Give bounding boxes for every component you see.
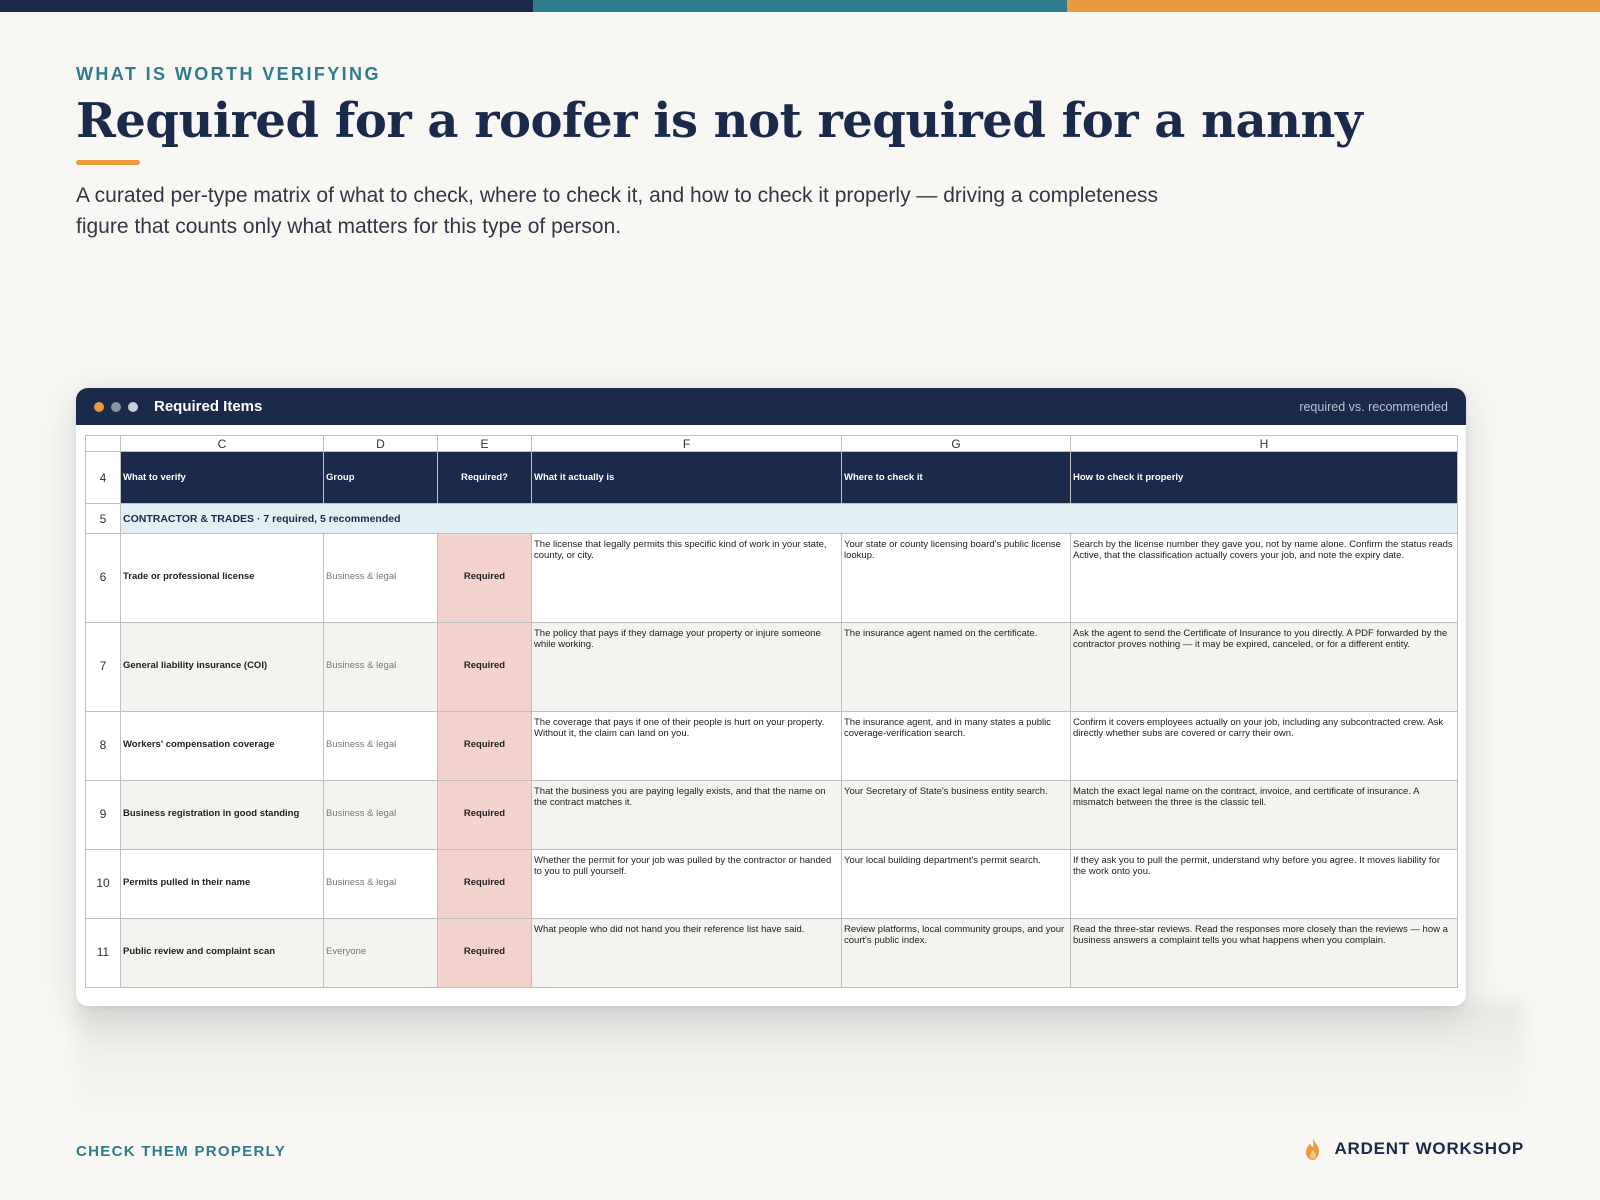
group-cell[interactable]: Business & legal	[323, 780, 438, 850]
row-number[interactable]: 10	[85, 849, 121, 919]
table-row: 6 Trade or professional license Business &…	[85, 533, 1458, 623]
window-tag: required vs. recommended	[1299, 399, 1448, 414]
how-to-check-cell[interactable]: Match the exact legal name on the contra…	[1070, 780, 1458, 850]
what-it-is-cell[interactable]: The coverage that pays if one of their p…	[531, 711, 842, 781]
where-to-check-cell[interactable]: Your local building department's permit …	[841, 849, 1071, 919]
what-it-is-cell[interactable]: Whether the permit for your job was pull…	[531, 849, 842, 919]
section-row: 5 CONTRACTOR & TRADES · 7 required, 5 re…	[85, 503, 1458, 534]
column-letter[interactable]: G	[841, 435, 1071, 452]
column-letter[interactable]: F	[531, 435, 842, 452]
close-dot-icon[interactable]	[94, 401, 104, 412]
corner-cell[interactable]	[85, 435, 121, 452]
header-cell[interactable]: Where to check it	[841, 451, 1071, 504]
where-to-check-cell[interactable]: The insurance agent, and in many states …	[841, 711, 1071, 781]
minimize-dot-icon[interactable]	[111, 401, 121, 412]
how-to-check-cell[interactable]: Ask the agent to send the Certificate of…	[1070, 622, 1458, 712]
column-letter[interactable]: D	[323, 435, 438, 452]
table-row: 10 Permits pulled in their name Business &…	[85, 849, 1458, 919]
row-number[interactable]: 4	[85, 451, 121, 504]
where-to-check-cell[interactable]: Your Secretary of State's business entit…	[841, 780, 1071, 850]
required-cell[interactable]: Required	[437, 780, 532, 850]
required-cell[interactable]: Required	[437, 849, 532, 919]
row-number[interactable]: 11	[85, 918, 121, 988]
group-cell[interactable]: Business & legal	[323, 622, 438, 712]
group-cell[interactable]: Everyone	[323, 918, 438, 988]
header-cell[interactable]: How to check it properly	[1070, 451, 1458, 504]
header-row: 4 What to verify Group Required? What it…	[85, 451, 1458, 504]
row-number[interactable]: 8	[85, 711, 121, 781]
header-cell[interactable]: Group	[323, 451, 438, 504]
table-row: 8 Workers' compensation coverage Business …	[85, 711, 1458, 781]
section-label[interactable]: CONTRACTOR & TRADES · 7 required, 5 reco…	[120, 503, 1458, 534]
header-cell[interactable]: What to verify	[120, 451, 324, 504]
item-name-cell[interactable]: Workers' compensation coverage	[120, 711, 324, 781]
required-cell[interactable]: Required	[437, 533, 532, 623]
spreadsheet: C D E F G H 4 What to verify Group Requi…	[85, 435, 1458, 988]
group-cell[interactable]: Business & legal	[323, 849, 438, 919]
header-cell[interactable]: What it actually is	[531, 451, 842, 504]
row-number[interactable]: 5	[85, 503, 121, 534]
eyebrow-label: WHAT IS WORTH VERIFYING	[76, 64, 381, 84]
column-letter[interactable]: C	[120, 435, 324, 452]
what-it-is-cell[interactable]: The policy that pays if they damage your…	[531, 622, 842, 712]
how-to-check-cell[interactable]: Search by the license number they gave y…	[1070, 533, 1458, 623]
item-name-cell[interactable]: Business registration in good standing	[120, 780, 324, 850]
window-shadow	[76, 1000, 1524, 1120]
what-it-is-cell[interactable]: What people who did not hand you their r…	[531, 918, 842, 988]
how-to-check-cell[interactable]: Read the three-star reviews. Read the re…	[1070, 918, 1458, 988]
window-title: Required Items	[154, 398, 263, 415]
required-cell[interactable]: Required	[437, 622, 532, 712]
row-number[interactable]: 6	[85, 533, 121, 623]
accent-navy	[0, 0, 534, 12]
table-row: 11 Public review and complaint scan Everyo…	[85, 918, 1458, 988]
maximize-dot-icon[interactable]	[128, 401, 138, 412]
column-letter[interactable]: H	[1070, 435, 1458, 452]
table-row: 7 General liability insurance (COI) Busine…	[85, 622, 1458, 712]
row-number[interactable]: 7	[85, 622, 121, 712]
row-number[interactable]: 9	[85, 780, 121, 850]
accent-orange	[1066, 0, 1600, 12]
required-items-table: C D E F G H 4 What to verify Group Requi…	[85, 435, 1458, 988]
how-to-check-cell[interactable]: Confirm it covers employees actually on …	[1070, 711, 1458, 781]
page-title: Required for a roofer is not required fo…	[76, 93, 1363, 149]
table-row: 9 Business registration in good standing B…	[85, 780, 1458, 850]
spreadsheet-window: Required Items required vs. recommended …	[76, 388, 1466, 1006]
what-it-is-cell[interactable]: That the business you are paying legally…	[531, 780, 842, 850]
group-cell[interactable]: Business & legal	[323, 533, 438, 623]
column-letter[interactable]: E	[437, 435, 532, 452]
accent-teal	[533, 0, 1067, 12]
required-cell[interactable]: Required	[437, 711, 532, 781]
page-subtitle: A curated per-type matrix of what to che…	[76, 184, 1159, 238]
item-name-cell[interactable]: General liability insurance (COI)	[120, 622, 324, 712]
where-to-check-cell[interactable]: Review platforms, local community groups…	[841, 918, 1071, 988]
group-cell[interactable]: Business & legal	[323, 711, 438, 781]
column-letter-row: C D E F G H	[85, 435, 1458, 452]
required-cell[interactable]: Required	[437, 918, 532, 988]
title-underline	[76, 160, 140, 165]
where-to-check-cell[interactable]: Your state or county licensing board's p…	[841, 533, 1071, 623]
flame-icon	[1306, 1138, 1320, 1160]
item-name-cell[interactable]: Trade or professional license	[120, 533, 324, 623]
brand: ARDENT WORKSHOP	[1302, 1137, 1524, 1161]
window-titlebar: Required Items required vs. recommended	[76, 388, 1466, 425]
item-name-cell[interactable]: Public review and complaint scan	[120, 918, 324, 988]
header-cell[interactable]: Required?	[437, 451, 532, 504]
where-to-check-cell[interactable]: The insurance agent named on the certifi…	[841, 622, 1071, 712]
what-it-is-cell[interactable]: The license that legally permits this sp…	[531, 533, 842, 623]
footer-tagline: CHECK THEM PROPERLY	[76, 1143, 287, 1160]
brand-name: ARDENT WORKSHOP	[1334, 1139, 1524, 1158]
how-to-check-cell[interactable]: If they ask you to pull the permit, unde…	[1070, 849, 1458, 919]
item-name-cell[interactable]: Permits pulled in their name	[120, 849, 324, 919]
window-controls	[94, 401, 138, 412]
top-accent-bar	[0, 0, 1600, 12]
